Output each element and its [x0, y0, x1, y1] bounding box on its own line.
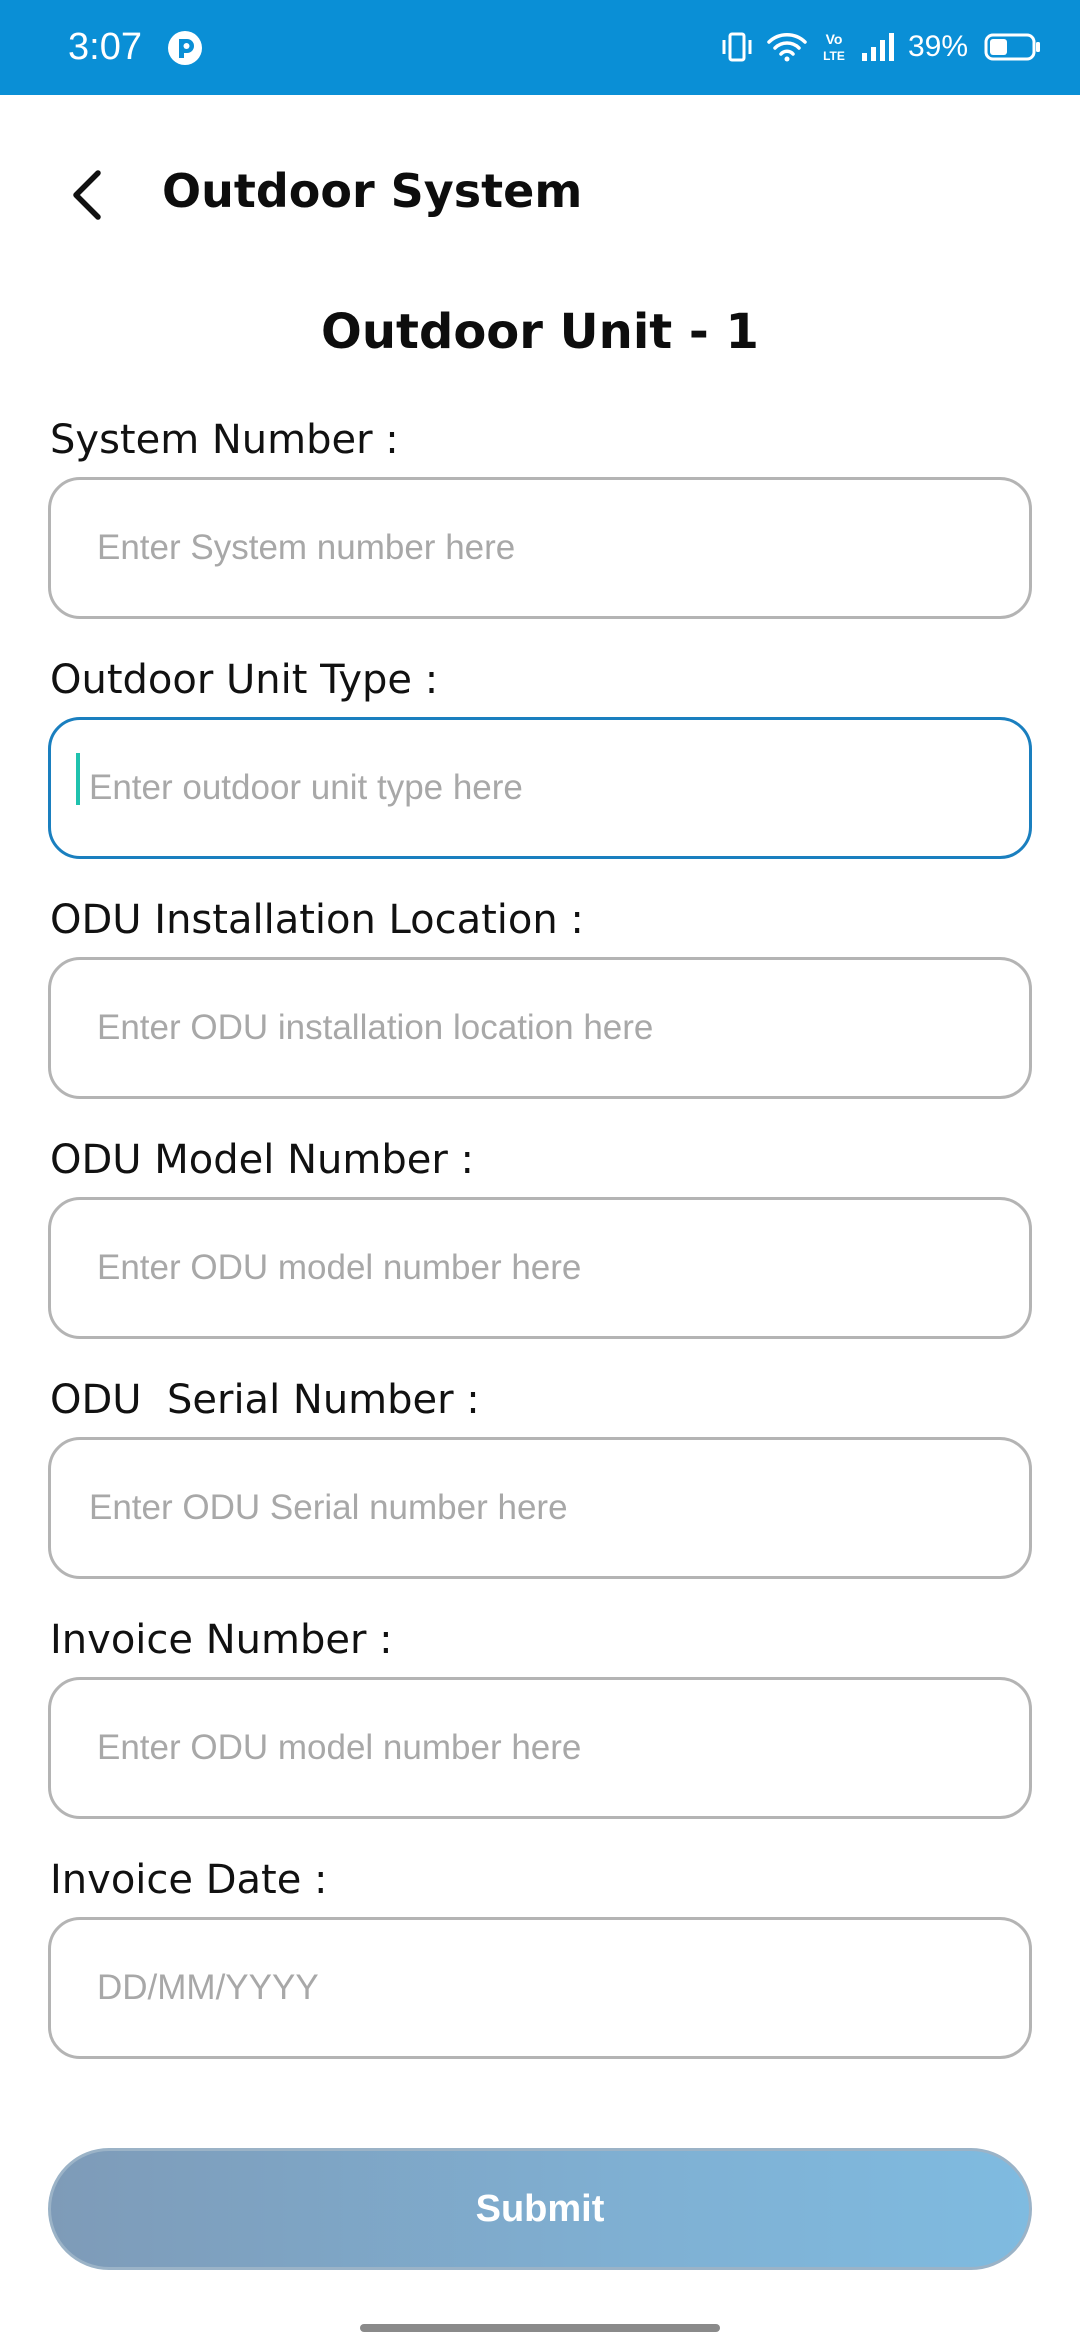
odu-model-number-input[interactable]: [48, 1197, 1032, 1339]
chevron-left-icon: [73, 170, 101, 220]
submit-button[interactable]: Submit: [48, 2148, 1032, 2270]
odu-serial-number-label: ODU Serial Number :: [50, 1377, 480, 1423]
svg-text:Vo: Vo: [826, 31, 843, 47]
odu-serial-number-field: ODU Serial Number :: [48, 1375, 1032, 1579]
invoice-date-input[interactable]: [48, 1917, 1032, 2059]
outdoor-unit-type-input[interactable]: [48, 717, 1032, 859]
odu-model-number-field: ODU Model Number :: [48, 1135, 1032, 1339]
invoice-number-input[interactable]: [48, 1677, 1032, 1819]
invoice-number-field: Invoice Number :: [48, 1615, 1032, 1819]
wifi-icon: [767, 33, 807, 62]
vibrate-icon: [722, 32, 752, 62]
battery-icon: [984, 33, 1040, 61]
app-header: Outdoor System: [0, 95, 1080, 285]
text-cursor: [76, 753, 80, 805]
outdoor-unit-type-field: Outdoor Unit Type :: [48, 655, 1032, 859]
status-time: 3:07: [68, 26, 142, 68]
back-button[interactable]: [58, 165, 118, 225]
odu-model-number-label: ODU Model Number :: [50, 1137, 474, 1183]
home-indicator[interactable]: [360, 2324, 720, 2332]
signal-icon: [861, 33, 894, 61]
invoice-date-label: Invoice Date :: [50, 1857, 328, 1903]
odu-installation-location-label: ODU Installation Location :: [50, 897, 584, 943]
invoice-number-label: Invoice Number :: [50, 1617, 393, 1663]
app-notification-icon: [168, 31, 202, 65]
system-number-field: System Number :: [48, 415, 1032, 619]
svg-text:LTE: LTE: [823, 49, 845, 63]
status-icons: Vo LTE 39%: [720, 24, 1042, 70]
battery-percent: 39%: [907, 30, 968, 63]
page-title: Outdoor System: [162, 164, 583, 218]
odu-installation-location-input[interactable]: [48, 957, 1032, 1099]
system-number-label: System Number :: [50, 417, 399, 463]
outdoor-unit-type-label: Outdoor Unit Type :: [50, 657, 439, 703]
system-number-input[interactable]: [48, 477, 1032, 619]
section-title: Outdoor Unit - 1: [321, 304, 759, 360]
status-bar: 3:07 Vo LTE 39%: [0, 0, 1080, 95]
volte-icon: Vo LTE: [823, 31, 845, 63]
invoice-date-field: Invoice Date :: [48, 1855, 1032, 2059]
odu-serial-number-input[interactable]: [48, 1437, 1032, 1579]
odu-installation-location-field: ODU Installation Location :: [48, 895, 1032, 1099]
